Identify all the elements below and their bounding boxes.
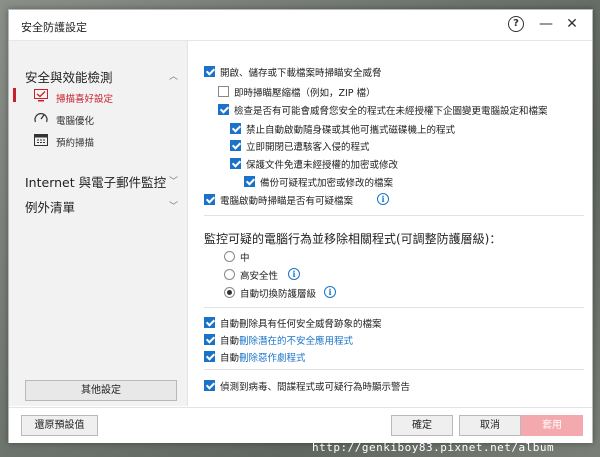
option-label: 自動刪除惡作劇程式 bbox=[220, 350, 306, 364]
divider bbox=[204, 215, 584, 216]
option-label: 自動刪除具有任何安全威脅跡象的檔案 bbox=[220, 319, 382, 330]
chevron-down-icon[interactable]: ﹀ bbox=[169, 174, 178, 187]
minimize-icon[interactable]: — bbox=[538, 16, 554, 32]
ok-button[interactable]: 確定 bbox=[391, 415, 453, 436]
checkbox[interactable] bbox=[204, 66, 215, 77]
radio-button[interactable] bbox=[224, 269, 235, 280]
sidebar: 安全與效能檢測 ︿ 掃描喜好設定 電腦優化 預約掃描 Internet 與電子郵… bbox=[9, 41, 188, 406]
footer: 還原預設值 確定 取消 套用 bbox=[9, 407, 592, 443]
monitor-check-icon bbox=[34, 89, 48, 102]
option-label: 立即開閉已遭駭客入侵的程式 bbox=[246, 142, 370, 153]
pua-link[interactable]: 刪除潛在的不安全應用程式 bbox=[239, 336, 353, 347]
checkbox[interactable] bbox=[230, 140, 241, 151]
speedometer-icon bbox=[34, 111, 48, 124]
reset-defaults-button[interactable]: 還原預設值 bbox=[21, 415, 98, 436]
option-label-prefix: 自動 bbox=[220, 336, 240, 347]
option-label: 備份可疑程式加密或修改的檔案 bbox=[260, 178, 394, 189]
divider bbox=[204, 307, 584, 308]
checkbox[interactable] bbox=[218, 86, 229, 97]
checkbox[interactable] bbox=[230, 158, 241, 169]
calendar-icon bbox=[34, 133, 48, 146]
option-label: 保護文件免遭未經授權的加密或修改 bbox=[246, 160, 399, 171]
sidebar-category-security-performance[interactable]: 安全與效能檢測 bbox=[25, 67, 113, 86]
joke-program-link[interactable]: 刪除惡作劇程式 bbox=[239, 353, 306, 364]
radio-label: 高安全性 bbox=[240, 271, 279, 282]
checkbox[interactable] bbox=[204, 351, 215, 362]
checkbox[interactable] bbox=[204, 194, 215, 205]
option-label-prefix: 自動 bbox=[220, 353, 240, 364]
option-label: 即時掃瞄壓縮檔（例如，ZIP 檔） bbox=[234, 88, 376, 99]
window-title: 安全防護設定 bbox=[21, 21, 87, 34]
sidebar-item-label: 掃描喜好設定 bbox=[56, 94, 114, 105]
watermark-url: http://genkiboy83.pixnet.net/album bbox=[312, 441, 555, 454]
checkbox[interactable] bbox=[244, 176, 255, 187]
divider bbox=[204, 369, 584, 370]
sidebar-item-label: 電腦優化 bbox=[56, 116, 95, 127]
sidebar-category-exceptions[interactable]: 例外清單 bbox=[25, 197, 75, 216]
option-label: 禁止自動啟動隨身碟或其他可攜式磁碟機上的程式 bbox=[246, 125, 456, 136]
checkbox[interactable] bbox=[218, 104, 229, 115]
option-label: 自動刪除潛在的不安全應用程式 bbox=[220, 333, 353, 347]
help-icon[interactable]: ? bbox=[508, 16, 524, 32]
info-icon[interactable]: i bbox=[377, 193, 389, 205]
info-icon[interactable]: i bbox=[288, 268, 300, 280]
section-heading-behavior-monitoring: 監控可疑的電腦行為並移除相關程式(可調整防護層級)： bbox=[204, 232, 502, 246]
chevron-up-icon[interactable]: ︿ bbox=[169, 69, 178, 82]
other-settings-button[interactable]: 其他設定 bbox=[25, 380, 177, 401]
title-bar: 安全防護設定 ? — ✕ bbox=[9, 10, 592, 41]
cancel-button[interactable]: 取消 bbox=[459, 415, 521, 436]
radio-label: 中 bbox=[240, 253, 250, 264]
option-label: 偵測到病毒、間諜程式或可疑行為時顯示警告 bbox=[220, 382, 411, 393]
option-label: 檢查是否有可能會威脅您安全的程式在未經授權下企圖變更電腦設定和檔案 bbox=[234, 106, 548, 117]
close-icon[interactable]: ✕ bbox=[564, 16, 580, 32]
sidebar-category-internet-email[interactable]: Internet 與電子郵件監控 bbox=[25, 172, 166, 191]
checkbox[interactable] bbox=[204, 317, 215, 328]
settings-panel: 開啟、儲存或下載檔案時掃瞄安全威脅 即時掃瞄壓縮檔（例如，ZIP 檔） 檢查是否… bbox=[188, 41, 592, 406]
info-icon[interactable]: i bbox=[324, 286, 336, 298]
settings-window: 安全防護設定 ? — ✕ 安全與效能檢測 ︿ 掃描喜好設定 電腦優化 預約掃描 … bbox=[8, 9, 593, 443]
checkbox[interactable] bbox=[230, 123, 241, 134]
radio-button[interactable] bbox=[224, 251, 235, 262]
option-label: 開啟、儲存或下載檔案時掃瞄安全威脅 bbox=[220, 68, 382, 79]
chevron-down-icon[interactable]: ﹀ bbox=[169, 199, 178, 212]
radio-button[interactable] bbox=[224, 287, 235, 298]
radio-label: 自動切換防護層級 bbox=[240, 289, 317, 300]
active-indicator bbox=[13, 88, 16, 102]
option-label: 電腦啟動時掃瞄是否有可疑檔案 bbox=[220, 196, 354, 207]
checkbox[interactable] bbox=[204, 334, 215, 345]
apply-button[interactable]: 套用 bbox=[521, 415, 583, 436]
checkbox[interactable] bbox=[204, 380, 215, 391]
sidebar-item-label: 預約掃描 bbox=[56, 138, 95, 149]
